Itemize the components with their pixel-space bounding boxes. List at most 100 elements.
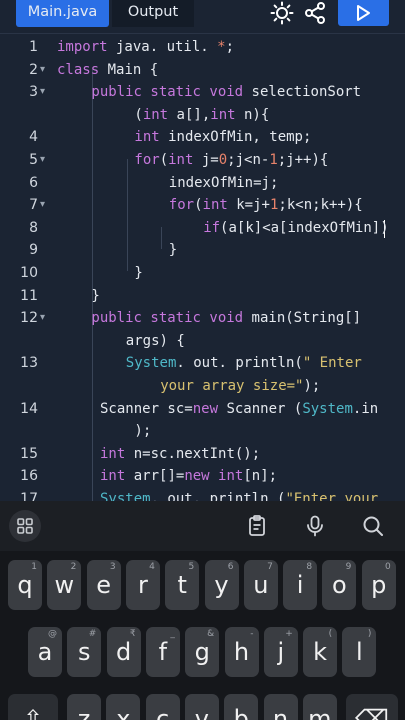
share-icon[interactable]: [303, 1, 327, 25]
fold-chevron-icon[interactable]: ▾: [40, 149, 45, 171]
code-line[interactable]: args) {: [0, 330, 405, 352]
fold-chevron-icon[interactable]: ▾: [40, 307, 45, 329]
clipboard-icon[interactable]: [245, 514, 269, 538]
key-shift[interactable]: ⇧: [8, 694, 58, 720]
key-y[interactable]: 6y: [204, 560, 239, 610]
code-line[interactable]: 5 ▾ for(int j=0;j<n-1;j++){: [0, 149, 405, 171]
code-token: (: [159, 152, 169, 168]
code-line[interactable]: 11}: [0, 285, 405, 307]
key-n[interactable]: n: [263, 694, 298, 720]
code-token: indexOfMin, temp;: [159, 129, 312, 146]
code-line[interactable]: 17 System. out. println ("Enter your: [0, 488, 405, 501]
line-number: 4: [29, 129, 38, 146]
code-token: n){: [235, 106, 270, 123]
code-line[interactable]: 14 Scanner sc=new Scanner (System.in: [0, 398, 405, 420]
code-line[interactable]: 8 if(a[k]<a[indexOfMin]): [0, 217, 405, 239]
code-token: int: [100, 468, 126, 485]
line-number: 3: [29, 84, 38, 101]
run-button[interactable]: [338, 0, 389, 26]
key-d[interactable]: ₹ d: [106, 627, 141, 677]
top-toolbar: Main.java Output: [0, 0, 405, 34]
code-text: (int a[],int n){: [134, 104, 269, 126]
key-b[interactable]: b: [224, 694, 259, 720]
key-label: m: [308, 705, 332, 720]
key-e[interactable]: 3e: [86, 560, 121, 610]
key-q[interactable]: 1q: [8, 560, 42, 610]
code-token: import: [57, 39, 108, 55]
line-number: 14: [20, 400, 38, 417]
code-line[interactable]: 1 import java. util. *;: [0, 36, 405, 58]
brightness-icon[interactable]: [270, 1, 294, 25]
code-token: .in: [352, 400, 379, 417]
key-label: a: [37, 638, 53, 666]
code-text: for(int k=j+1;k<n;k++){: [169, 194, 363, 216]
search-icon[interactable]: [361, 514, 385, 538]
key-t[interactable]: 5t: [165, 560, 200, 610]
key-p[interactable]: 0p: [361, 560, 396, 610]
key-label: j: [277, 638, 285, 666]
code-token: ;j<n-: [227, 152, 270, 168]
fold-chevron-icon[interactable]: ▾: [40, 81, 45, 103]
key-j[interactable]: + j: [263, 627, 298, 677]
code-editor[interactable]: 1 import java. util. *; 2 ▾ class Main {3 ▾ pu…: [0, 35, 405, 501]
line-number: 15: [20, 445, 38, 462]
key-s[interactable]: # s: [67, 627, 102, 677]
line-number: 2: [29, 61, 38, 78]
code-line[interactable]: 7 ▾ for(int k=j+1;k<n;k++){: [0, 194, 405, 216]
key-o[interactable]: 9o: [322, 560, 357, 610]
tab-output[interactable]: Output: [112, 0, 194, 27]
fold-chevron-icon[interactable]: ▾: [40, 194, 45, 216]
key-w[interactable]: 2w: [47, 560, 82, 610]
key-u[interactable]: 7u: [243, 560, 278, 610]
key-i[interactable]: 8i: [283, 560, 318, 610]
code-token: indexOfMin=j;: [168, 174, 279, 191]
code-line[interactable]: 4 int indexOfMin, temp;: [0, 126, 405, 148]
key-a[interactable]: @ a: [28, 627, 62, 677]
key-label: ⌫: [355, 705, 389, 720]
code-line[interactable]: 6 indexOfMin=j;: [0, 172, 405, 194]
key-z[interactable]: z: [67, 694, 101, 720]
key-label: q: [17, 571, 33, 599]
key-v[interactable]: v: [184, 694, 219, 720]
code-text: }: [169, 239, 177, 261]
line-number: 17: [20, 491, 38, 501]
code-token: new: [184, 468, 210, 485]
tab-main-java[interactable]: Main.java: [16, 0, 109, 27]
code-line[interactable]: 10}: [0, 262, 405, 284]
key-label: z: [77, 705, 91, 720]
key-l[interactable]: ) l: [342, 627, 377, 677]
line-number: 8: [29, 219, 38, 236]
code-line[interactable]: 9}: [0, 239, 405, 261]
code-token: main(String[]: [243, 310, 362, 327]
key-label: g: [194, 638, 210, 666]
key-backspace[interactable]: ⌫: [346, 694, 398, 720]
code-line[interactable]: 13 System. out. println(" Enter: [0, 352, 405, 374]
key-k[interactable]: (k: [303, 627, 338, 677]
fold-chevron-icon[interactable]: ▾: [40, 59, 45, 81]
code-line[interactable]: 15 int n=sc.nextInt();: [0, 443, 405, 465]
code-line[interactable]: 16 int arr[]=new int[n];: [0, 465, 405, 487]
code-token: ;k<n;k++){: [278, 197, 363, 214]
key-label: p: [371, 571, 387, 599]
key-x[interactable]: x: [106, 694, 141, 720]
code-text: System. out. println(" Enter: [126, 352, 362, 374]
code-line[interactable]: );: [0, 420, 405, 442]
code-line[interactable]: 2 ▾ class Main {: [0, 59, 405, 81]
code-token: }: [91, 287, 100, 304]
code-line[interactable]: 3 ▾ public static void selectionSort: [0, 81, 405, 103]
code-token: }: [134, 265, 143, 281]
code-line[interactable]: 12 ▾ public static void main(String[]: [0, 307, 405, 329]
key-g[interactable]: & g: [185, 627, 220, 677]
key-r[interactable]: 4r: [125, 560, 160, 610]
code-line[interactable]: (int a[],int n){: [0, 104, 405, 126]
code-line[interactable]: your array size=");: [0, 375, 405, 397]
apps-grid-icon[interactable]: [9, 510, 41, 542]
run-icon: [357, 5, 370, 21]
microphone-icon[interactable]: [303, 514, 327, 538]
key-h[interactable]: -h: [224, 627, 259, 677]
code-text: System. out. println ("Enter your: [100, 488, 378, 501]
key-m[interactable]: m: [302, 694, 337, 720]
code-token: *: [217, 39, 226, 55]
key-f[interactable]: _ f: [145, 627, 180, 677]
key-c[interactable]: c: [145, 694, 180, 720]
